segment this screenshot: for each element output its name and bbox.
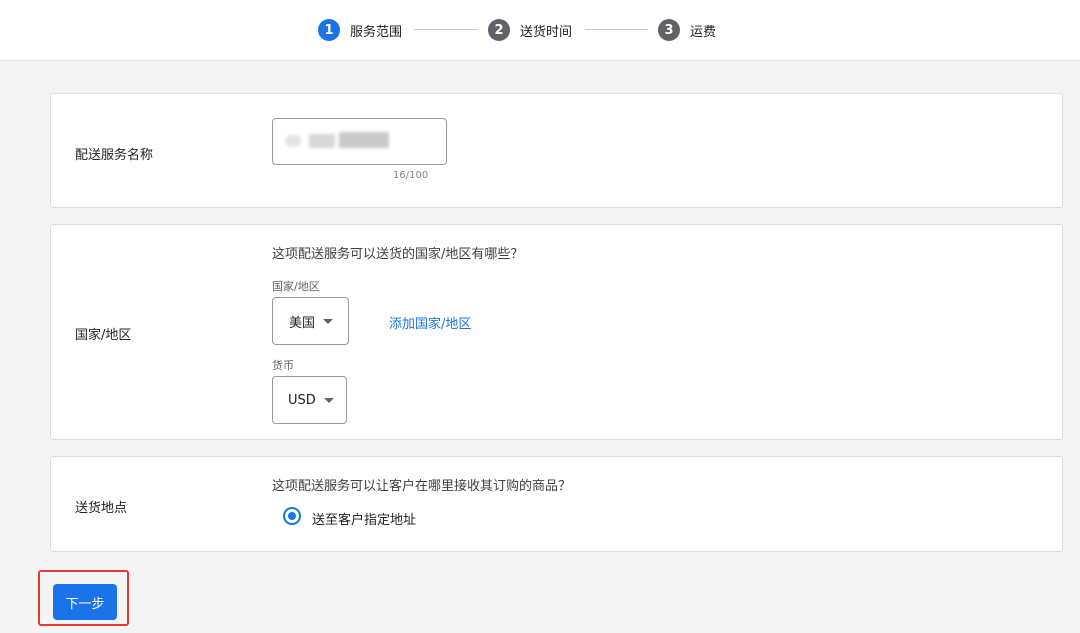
delivery-location-card: 送货地点 这项配送服务可以让客户在哪里接收其订购的商品？ 送至客户指定地址 — [50, 456, 1063, 552]
redacted-text — [285, 135, 301, 147]
currency-caption: 货币 — [272, 359, 294, 372]
step-connector — [585, 29, 648, 30]
service-name-label: 配送服务名称 — [75, 148, 154, 163]
region-label: 国家/地区 — [75, 328, 132, 343]
radio-dot — [288, 512, 296, 520]
char-counter: 16/100 — [393, 170, 429, 181]
delivery-option-label[interactable]: 送至客户指定地址 — [312, 509, 416, 528]
country-select[interactable]: 美国 — [272, 297, 349, 345]
chevron-down-icon — [323, 318, 334, 324]
region-card: 国家/地区 这项配送服务可以送货的国家/地区有哪些？ 国家/地区 美国 添加国家… — [50, 224, 1063, 440]
step-number-3: 3 — [658, 19, 680, 41]
step-number-2: 2 — [488, 19, 510, 41]
region-question: 这项配送服务可以送货的国家/地区有哪些？ — [272, 247, 524, 262]
redacted-text — [339, 132, 389, 148]
stepper-bar: 1 服务范围 2 送货时间 3 运费 — [0, 0, 1080, 61]
step-shipping-fee[interactable]: 3 运费 — [658, 18, 716, 42]
delivery-location-label: 送货地点 — [75, 501, 128, 516]
step-service-scope[interactable]: 1 服务范围 — [318, 18, 402, 42]
country-caption: 国家/地区 — [272, 280, 320, 293]
next-button[interactable]: 下一步 — [53, 584, 117, 620]
step-label-shipping-fee: 运费 — [690, 24, 717, 40]
delivery-question: 这项配送服务可以让客户在哪里接收其订购的商品？ — [272, 479, 572, 494]
currency-select[interactable]: USD — [272, 376, 347, 424]
add-country-link[interactable]: 添加国家/地区 — [389, 313, 471, 332]
service-name-card: 配送服务名称 16/100 — [50, 93, 1063, 208]
step-label-delivery-time: 送货时间 — [520, 24, 573, 40]
redacted-text — [309, 134, 335, 148]
country-select-value: 美国 — [289, 315, 316, 331]
step-number-1: 1 — [318, 19, 340, 41]
currency-select-value: USD — [288, 392, 316, 408]
chevron-down-icon — [323, 397, 334, 403]
radio-button-selected[interactable] — [283, 507, 301, 525]
step-label-service-scope: 服务范围 — [350, 24, 403, 40]
step-connector — [414, 29, 478, 30]
step-delivery-time[interactable]: 2 送货时间 — [488, 18, 572, 42]
service-name-input[interactable] — [272, 118, 447, 165]
